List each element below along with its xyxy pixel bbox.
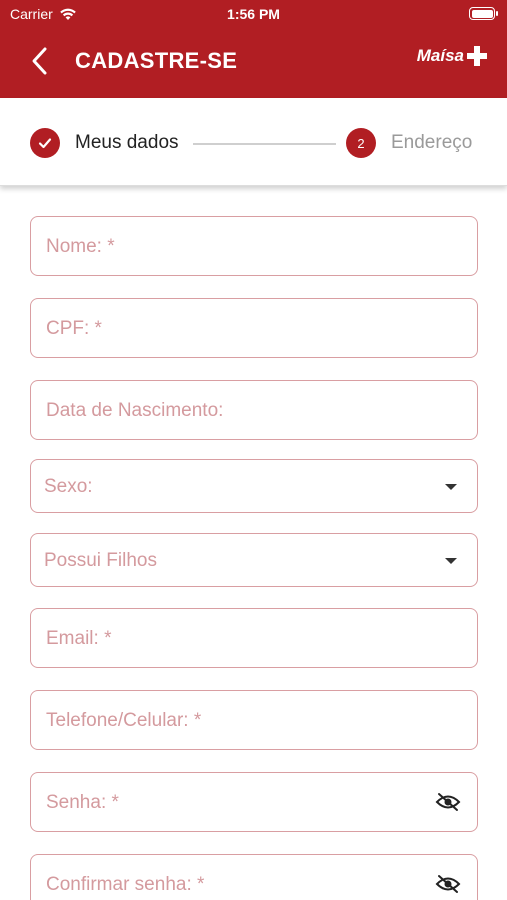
nome-placeholder: Nome: * [46, 236, 115, 257]
dropdown-caret-icon [445, 558, 457, 564]
nome-field[interactable]: Nome: * [30, 216, 478, 276]
senha-field[interactable]: Senha: * [30, 772, 478, 832]
filhos-placeholder: Possui Filhos [44, 550, 157, 571]
progress-stepper: Meus dados 2 Endereço [0, 98, 507, 186]
battery-icon [469, 7, 498, 20]
email-field[interactable]: Email: * [30, 608, 478, 668]
filhos-select[interactable]: Possui Filhos [30, 533, 478, 587]
app-header: Carrier 1:56 PM CADASTRE-SE Maísa [0, 0, 507, 98]
eye-slash-icon[interactable] [435, 874, 461, 894]
step2-number-badge: 2 [346, 128, 376, 158]
cpf-field[interactable]: CPF: * [30, 298, 478, 358]
page-title: CADASTRE-SE [75, 48, 238, 73]
step1-complete-badge [30, 128, 60, 158]
plus-icon [467, 46, 487, 66]
sexo-placeholder: Sexo: [44, 476, 93, 497]
status-bar: Carrier 1:56 PM [0, 0, 507, 28]
cpf-placeholder: CPF: * [46, 318, 102, 339]
brand-logo: Maísa [417, 44, 489, 68]
nav-bar: CADASTRE-SE Maísa [0, 38, 507, 84]
telefone-placeholder: Telefone/Celular: * [46, 710, 202, 731]
dropdown-caret-icon [445, 484, 457, 490]
nascimento-field[interactable]: Data de Nascimento: [30, 380, 478, 440]
senha-placeholder: Senha: * [46, 792, 119, 813]
status-time: 1:56 PM [227, 6, 280, 22]
nascimento-placeholder: Data de Nascimento: [46, 400, 224, 421]
step1-label: Meus dados [75, 132, 179, 153]
logo-text: Maísa [416, 46, 464, 65]
step-connector [193, 143, 336, 145]
signup-form: Nome: * CPF: * Data de Nascimento: Sexo:… [0, 186, 507, 900]
confirmar-senha-placeholder: Confirmar senha: * [46, 874, 205, 895]
email-placeholder: Email: * [46, 628, 112, 649]
back-chevron-icon[interactable] [28, 46, 52, 76]
check-icon [38, 138, 52, 149]
step2-label: Endereço [391, 132, 473, 153]
confirmar-senha-field[interactable]: Confirmar senha: * [30, 854, 478, 900]
sexo-select[interactable]: Sexo: [30, 459, 478, 513]
eye-slash-icon[interactable] [435, 792, 461, 812]
telefone-field[interactable]: Telefone/Celular: * [30, 690, 478, 750]
